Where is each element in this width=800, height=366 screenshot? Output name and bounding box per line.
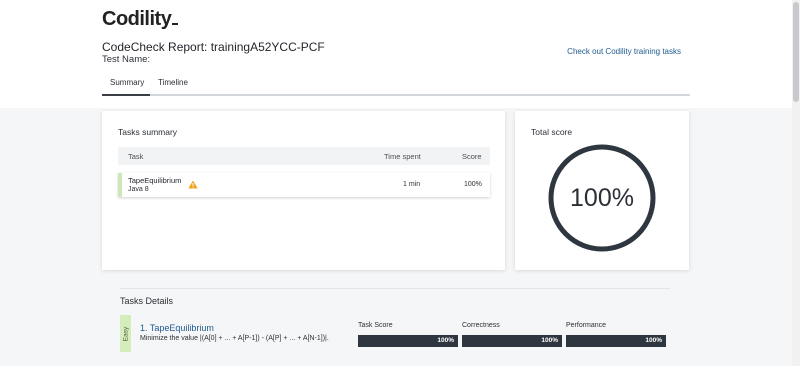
metric-task-score: Task Score 100% [358,322,458,347]
metric-progress-bar: 100% [462,335,562,347]
task-name: TapeEquilibrium [128,176,182,185]
task-time-spent: 1 min [403,181,421,188]
table-row[interactable]: TapeEquilibrium Java 8 1 min 100% [118,173,490,197]
column-header-time-spent: Time spent [384,152,421,161]
tab-timeline[interactable]: Timeline [158,78,188,93]
test-name-label: Test Name: [102,54,151,65]
divider [120,288,670,289]
tasks-summary-title: Tasks summary [118,127,178,137]
metric-progress-bar: 100% [566,335,666,347]
total-score-ring: 100% [546,142,658,254]
metric-label: Performance [566,322,607,329]
total-score-card: Total score 100% [515,111,689,270]
codility-logo[interactable]: Codility [102,8,179,31]
tab-summary[interactable]: Summary [110,78,144,93]
metric-value: 100% [645,337,662,344]
difficulty-label: Easy [122,326,129,341]
active-tab-indicator [102,94,150,96]
row-status-bar [118,173,122,197]
column-header-task: Task [128,152,144,161]
header-area: Codility CodeCheck Report: trainingA52YC… [0,0,792,108]
total-score-value: 100% [570,184,634,212]
task-detail-description: Minimize the value |(A[0] + ... + A[P-1]… [140,335,329,342]
task-score: 100% [464,181,482,188]
column-header-score: Score [462,152,482,161]
report-title: CodeCheck Report: trainingA52YCC-PCF [102,40,325,54]
warning-triangle-icon [188,180,198,189]
tasks-table-header: Task Time spent Score [118,147,490,165]
difficulty-badge: Easy [120,315,131,352]
scrollbar-thumb[interactable] [793,2,799,102]
tasks-summary-card: Tasks summary Task Time spent Score Tape… [102,111,505,270]
metric-value: 100% [541,337,558,344]
training-tasks-link[interactable]: Check out Codility training tasks [567,47,681,56]
metric-value: 100% [437,337,454,344]
task-language: Java 8 [128,186,149,193]
metric-correctness: Correctness 100% [462,322,562,347]
tasks-details-title: Tasks Details [120,296,174,306]
metric-performance: Performance 100% [566,322,666,347]
metric-progress-bar: 100% [358,335,458,347]
metric-label: Correctness [462,322,500,329]
metric-label: Task Score [358,322,393,329]
report-tabs: Summary Timeline [102,74,690,96]
page-scrollbar[interactable] [792,0,800,366]
task-detail-title-link[interactable]: 1. TapeEquilibrium [140,323,214,333]
total-score-title: Total score [531,127,573,137]
